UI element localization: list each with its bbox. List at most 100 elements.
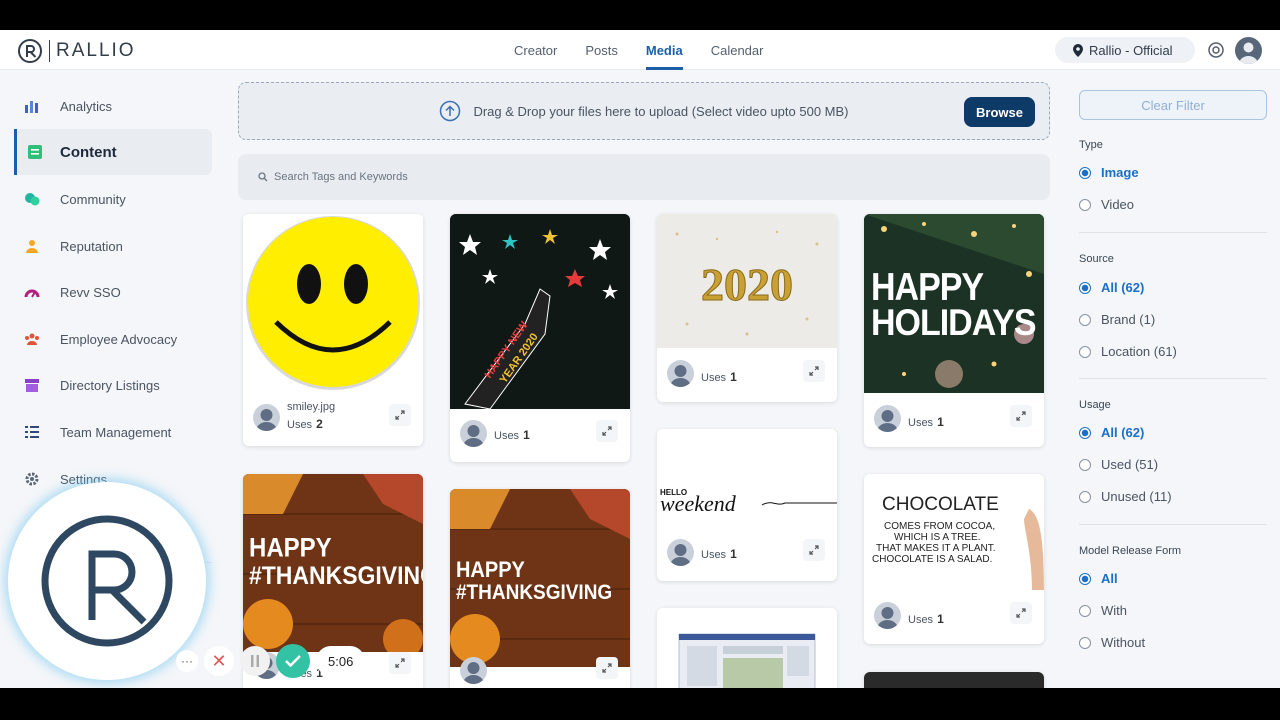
user-avatar [667,539,694,566]
svg-text:HOLIDAYS: HOLIDAYS [871,302,1036,344]
filter-title-type: Type [1079,139,1103,151]
media-thumbnail[interactable] [864,672,1044,688]
media-thumbnail[interactable]: HAPPY #THANKSGIVING [243,474,423,652]
more-options-button[interactable]: ··· [176,650,198,672]
filter-release-all[interactable]: All [1079,571,1118,586]
sidebar-item-label: Analytics [60,98,113,114]
filter-release-without[interactable]: Without [1079,635,1145,650]
location-selector[interactable]: Rallio - Official [1055,37,1195,63]
search-icon [258,172,268,182]
sidebar-item-analytics[interactable]: Analytics [14,83,212,129]
filter-type-video[interactable]: Video [1079,197,1134,212]
radio-icon [1079,426,1091,439]
media-thumbnail[interactable] [657,608,837,688]
reputation-icon [26,240,38,253]
user-avatar [874,602,901,629]
user-avatar [667,360,694,387]
svg-text:weekend: weekend [660,491,737,516]
filter-type-image[interactable]: Image [1079,165,1139,180]
media-card[interactable]: HAPPY HOLIDAYS Uses 1 [864,214,1044,447]
sidebar-item-community[interactable]: Community [14,176,212,222]
filter-divider [1079,378,1267,379]
pause-icon [251,655,259,667]
advocacy-icon [25,333,39,345]
filter-panel: Clear Filter Type Image Video Source All… [1065,70,1280,688]
sidebar-item-revv-sso[interactable]: Revv SSO [14,269,212,315]
directory-icon [25,379,39,392]
media-uses: Uses1 [701,547,737,561]
finish-recording-button[interactable] [276,644,310,678]
tab-media[interactable]: Media [632,30,697,70]
media-thumbnail[interactable]: CHOCOLATE COMES FROM COCOA, WHICH IS A T… [864,474,1044,590]
smiley-image [246,216,420,390]
media-thumbnail[interactable]: 2020 [657,214,837,348]
media-card[interactable]: HAPPY #THANKSGIVING [450,489,630,688]
expand-icon[interactable] [803,360,825,382]
media-thumbnail[interactable]: HAPPY NEW YEAR 2020 [450,214,630,409]
brand-name: RALLIO [56,40,136,61]
sidebar-item-reputation[interactable]: Reputation [14,223,212,269]
filter-usage-all[interactable]: All (62) [1079,425,1144,440]
media-card-footer [450,645,630,688]
media-card[interactable] [657,608,837,688]
media-card-footer: Uses1 [864,393,1044,447]
location-name: Rallio - Official [1089,42,1173,58]
media-uses: Uses1 [908,612,944,626]
expand-icon[interactable] [389,404,411,426]
media-card[interactable]: HELLO weekend Uses 1 [657,429,837,581]
expand-icon[interactable] [389,652,411,674]
svg-text:HAPPY: HAPPY [249,533,332,562]
media-card-footer: Uses1 [450,408,630,462]
svg-text:CHOCOLATE IS A SALAD.: CHOCOLATE IS A SALAD. [872,554,992,565]
filter-usage-unused[interactable]: Unused (11) [1079,489,1172,504]
radio-icon [1079,198,1091,211]
media-card[interactable] [864,672,1044,688]
clear-filter-button[interactable]: Clear Filter [1079,90,1267,120]
expand-icon[interactable] [803,539,825,561]
media-card[interactable]: smiley.jpg Uses 2 [243,214,423,446]
pause-button[interactable] [240,646,270,676]
sidebar-item-directory-listings[interactable]: Directory Listings [14,362,212,408]
search-input[interactable]: Search Tags and Keywords [274,171,408,183]
search-bar[interactable]: Search Tags and Keywords [238,154,1050,200]
hello-weekend-image: HELLO weekend [660,488,837,516]
tab-creator[interactable]: Creator [500,30,571,70]
expand-icon[interactable] [1010,602,1032,624]
filter-usage-used[interactable]: Used (51) [1079,457,1158,472]
support-icon[interactable] [1206,40,1226,60]
media-thumbnail[interactable]: HAPPY #THANKSGIVING [450,489,630,667]
expand-icon[interactable] [1010,405,1032,427]
rallio-logo[interactable]: RALLIO [17,38,136,64]
media-thumbnail[interactable]: HELLO weekend [657,429,837,529]
media-card[interactable]: 2020 Uses 1 [657,214,837,402]
media-thumbnail[interactable] [243,214,423,392]
sidebar-item-employee-advocacy[interactable]: Employee Advocacy [14,316,212,362]
media-card[interactable]: HAPPY NEW YEAR 2020 Uses 1 [450,214,630,462]
radio-icon [1079,458,1091,471]
tab-calendar[interactable]: Calendar [697,30,778,70]
chocolate-quote-image: CHOCOLATE COMES FROM COCOA, WHICH IS A T… [872,494,1044,590]
user-avatar[interactable] [1235,37,1262,64]
cancel-recording-button[interactable]: ✕ [204,646,234,676]
expand-icon[interactable] [596,420,618,442]
filter-title-model-release: Model Release Form [1079,545,1182,557]
sidebar-item-label: Content [60,143,117,161]
upload-icon [440,100,461,122]
upload-dropzone[interactable]: Drag & Drop your files here to upload (S… [238,82,1050,140]
browse-button[interactable]: Browse [964,97,1035,127]
media-uses: Uses1 [494,428,530,442]
new-year-bottle-image: HAPPY NEW YEAR 2020 [450,214,630,409]
media-card[interactable]: CHOCOLATE COMES FROM COCOA, WHICH IS A T… [864,474,1044,644]
filter-release-with[interactable]: With [1079,603,1127,618]
media-card-footer: Uses1 [657,527,837,581]
filter-source-brand[interactable]: Brand (1) [1079,312,1155,327]
media-thumbnail[interactable]: HAPPY HOLIDAYS [864,214,1044,393]
media-main: Drag & Drop your files here to upload (S… [238,82,1050,688]
filter-source-all[interactable]: All (62) [1079,280,1144,295]
expand-icon[interactable] [596,657,618,679]
filter-divider [1079,232,1267,233]
filter-source-location[interactable]: Location (61) [1079,344,1177,359]
sidebar-item-content[interactable]: Content [14,129,212,175]
sidebar-item-team-management[interactable]: Team Management [14,409,212,455]
tab-posts[interactable]: Posts [571,30,632,70]
